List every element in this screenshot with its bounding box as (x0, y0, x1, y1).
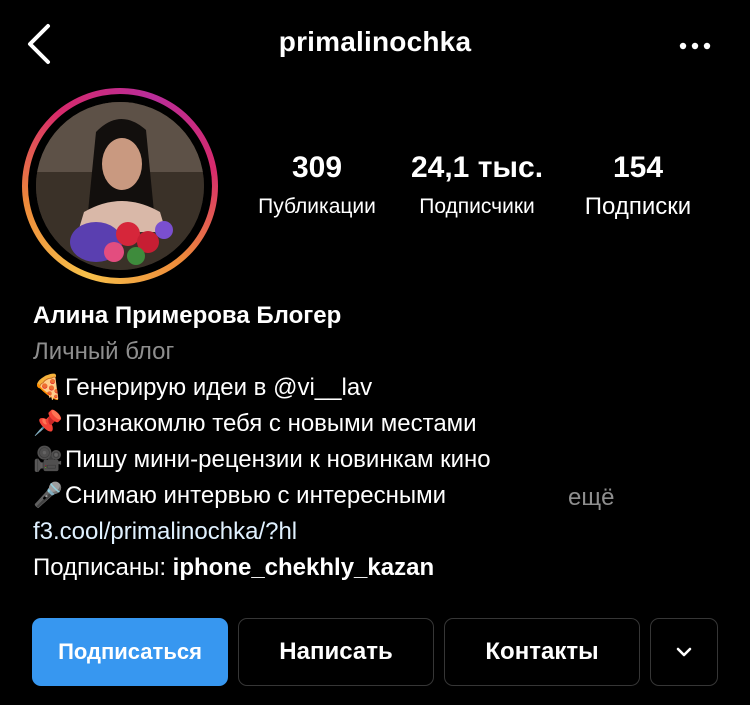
bio-line-text: Пишу мини-рецензии к новинкам кино (65, 446, 491, 473)
profile-username-title: primalinochka (278, 26, 472, 57)
bio-line: 🎥Пишу мини-рецензии к новинкам кино (33, 442, 491, 478)
bio-line-text: Снимаю интервью с интересными (65, 482, 447, 509)
top-bar: primalinochka (0, 0, 750, 90)
posts-count[interactable]: 309 Публикации (244, 150, 390, 221)
followed-by-user-link[interactable]: iphone_chekhly_kazan (173, 554, 434, 581)
bio-more-link[interactable]: ещё (568, 480, 614, 516)
bio-line: 🍕Генерирую идеи в @vi__lav (33, 370, 372, 406)
pushpin-icon: 📌 (33, 410, 63, 437)
posts-count-value: 309 (291, 151, 343, 184)
follow-button[interactable]: Подписаться (32, 618, 228, 686)
following-count-label: Подписки (584, 193, 692, 220)
message-button[interactable]: Написать (238, 618, 434, 686)
more-horizontal-icon (679, 42, 711, 50)
more-options-button[interactable] (670, 30, 720, 60)
chevron-down-icon (676, 647, 692, 657)
followers-count-value: 24,1 тыс. (410, 151, 544, 184)
profile-website-link[interactable]: f3.cool/primalinochka/?hl (33, 514, 297, 550)
movie-camera-icon: 🎥 (33, 446, 63, 473)
contacts-button[interactable]: Контакты (444, 618, 640, 686)
suggested-accounts-button[interactable] (650, 618, 718, 686)
bio-line: 🎤Снимаю интервью с интересными (33, 478, 446, 514)
following-count[interactable]: 154 Подписки (568, 150, 708, 221)
followed-by: Подписаны: iphone_chekhly_kazan (33, 550, 434, 586)
followers-count-label: Подписчики (419, 195, 535, 218)
profile-category: Личный блог (33, 338, 175, 365)
following-count-value: 154 (612, 151, 664, 184)
followed-by-label: Подписаны: (33, 554, 166, 581)
bio-line-text[interactable]: Генерирую идеи в @vi__lav (65, 374, 372, 401)
bio-line: 📌Познакомлю тебя с новыми местами (33, 406, 477, 442)
posts-count-label: Публикации (258, 195, 376, 218)
followers-count[interactable]: 24,1 тыс. Подписчики (404, 150, 550, 221)
profile-name: Алина Примерова Блогер (33, 302, 342, 329)
story-ring[interactable] (22, 88, 218, 284)
microphone-icon: 🎤 (33, 482, 63, 509)
avatar[interactable] (36, 102, 204, 270)
avatar-photo-icon (36, 102, 204, 270)
pizza-icon: 🍕 (33, 374, 63, 401)
bio-line-text: Познакомлю тебя с новыми местами (65, 410, 477, 437)
